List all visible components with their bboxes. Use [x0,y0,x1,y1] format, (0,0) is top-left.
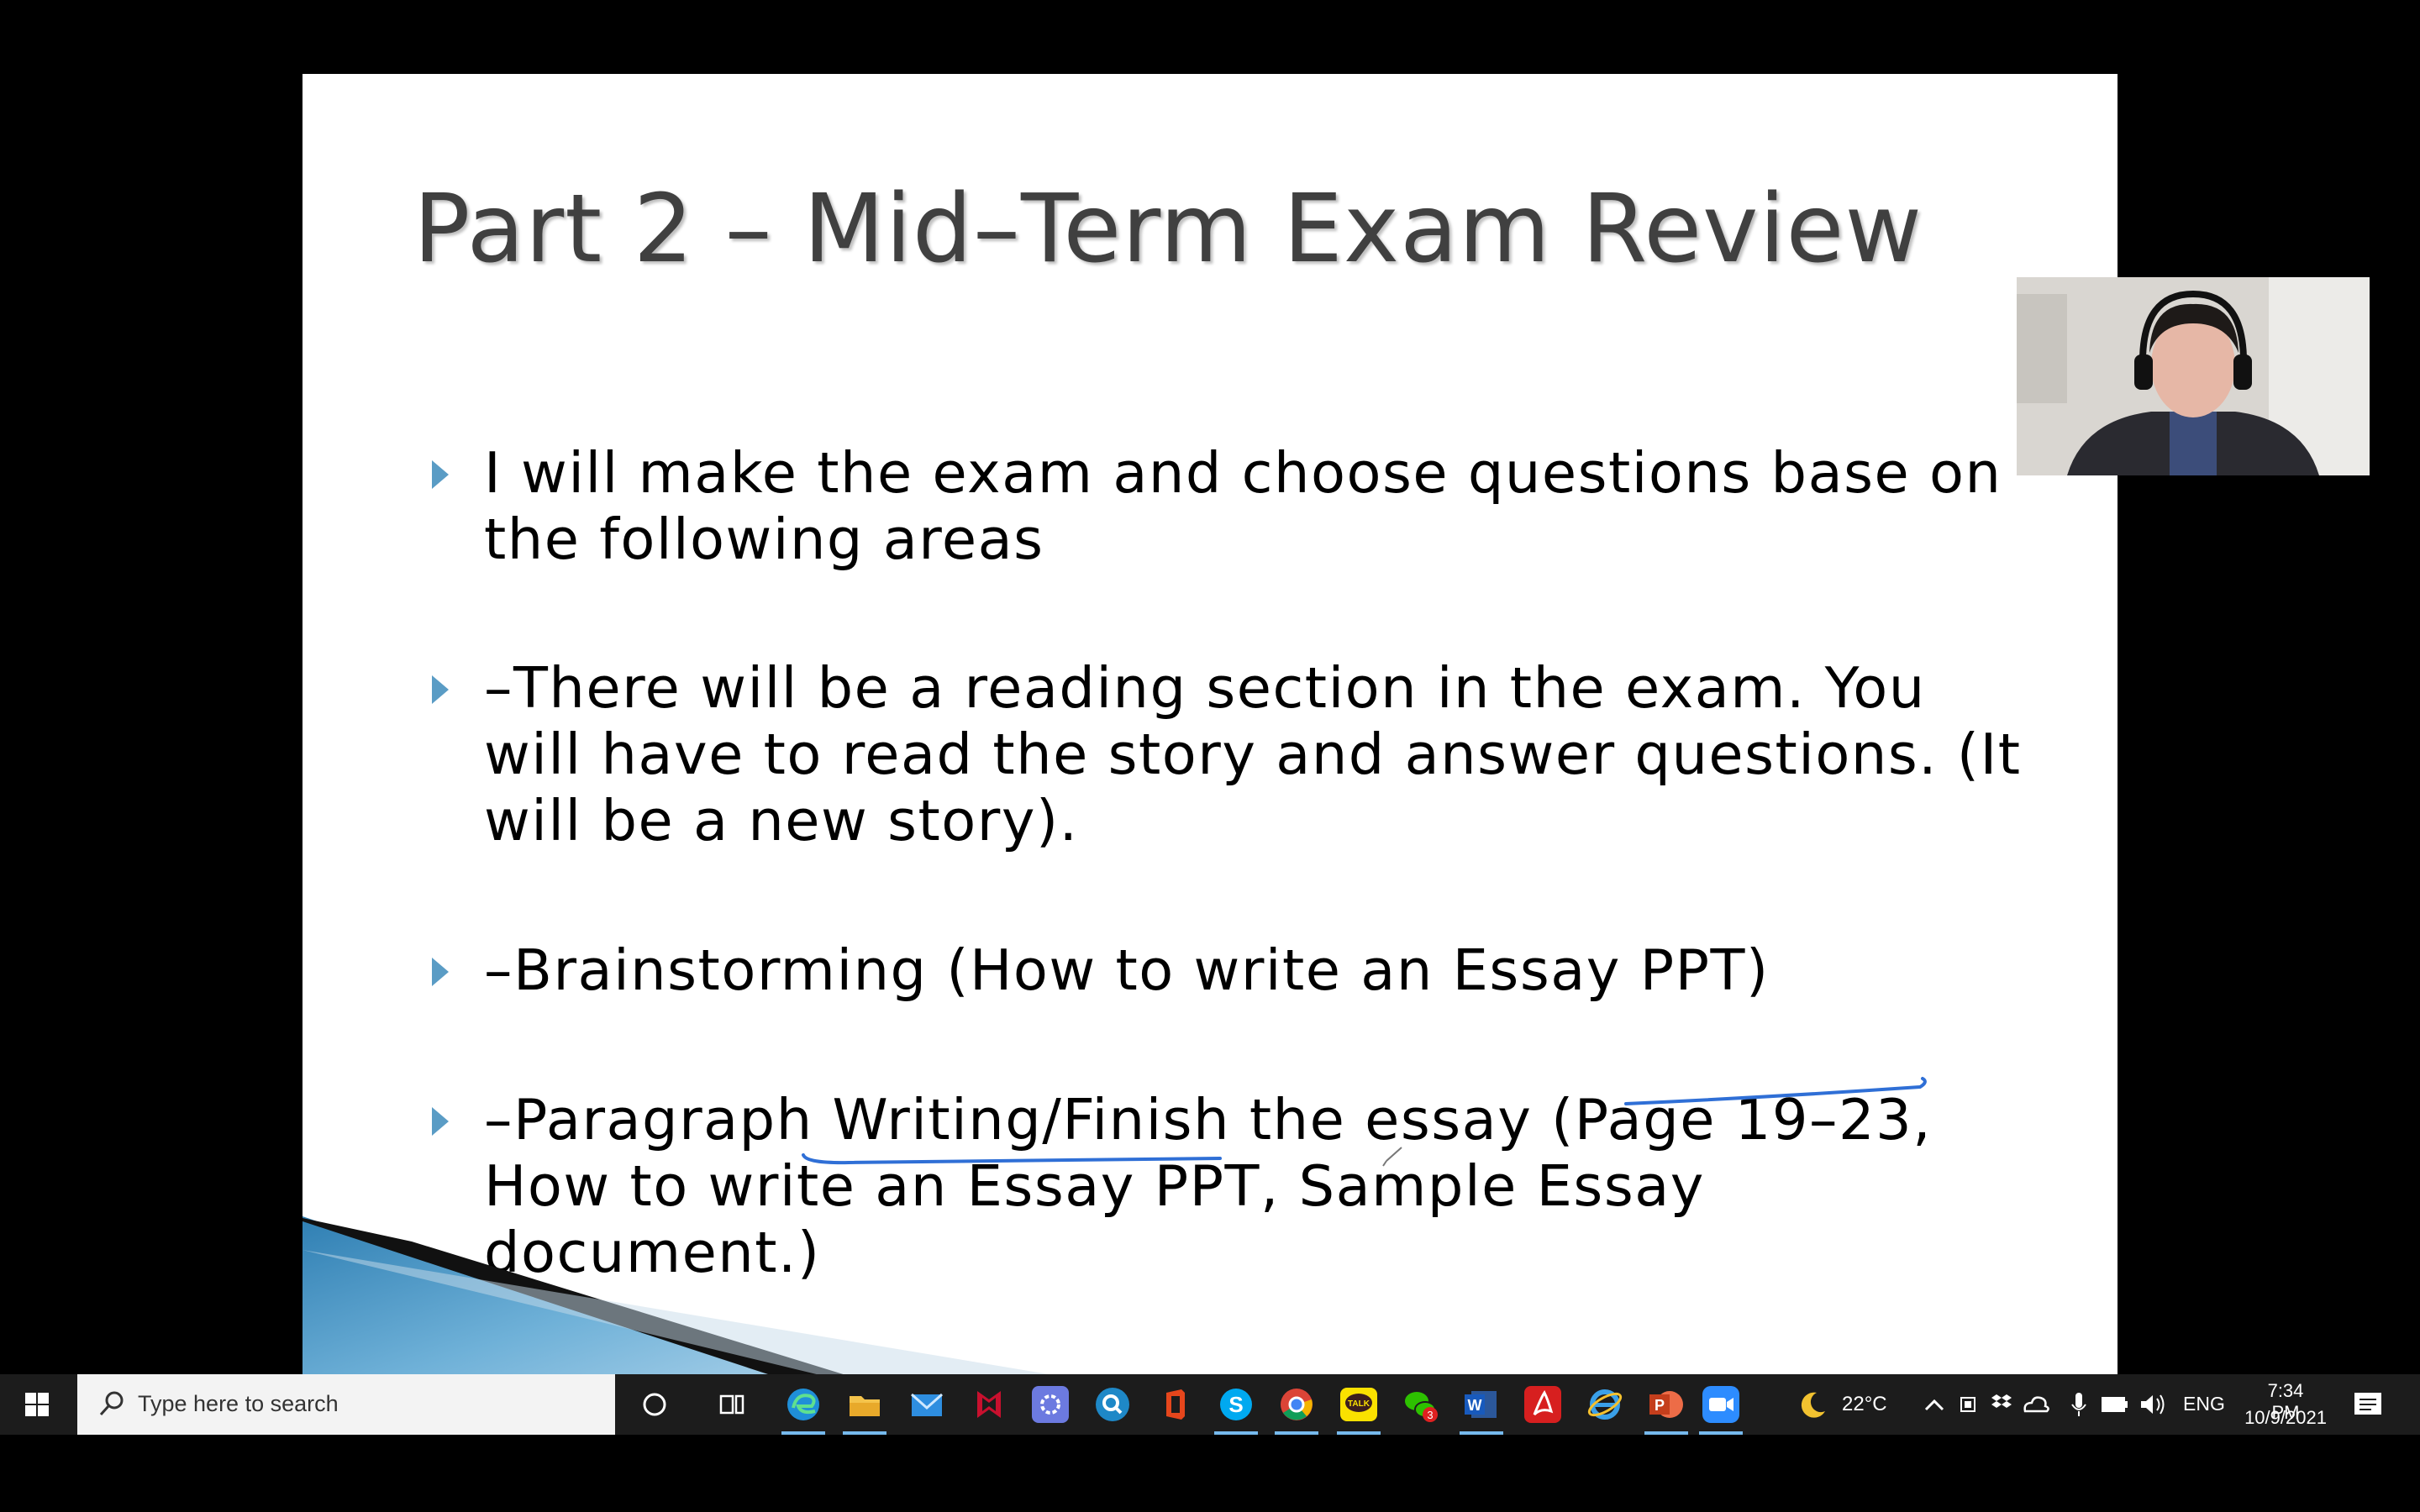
webcam-video [2017,277,2370,475]
cortana-icon[interactable] [636,1386,673,1423]
slide-corner-decoration [302,1216,1049,1374]
bullet-line: How to write an Essay PPT, Sample Essay [484,1153,1705,1219]
dropbox-icon[interactable] [1981,1386,2018,1423]
kakaotalk-icon[interactable]: TALK [1340,1386,1377,1423]
bullet-arrow-icon [432,675,449,704]
word-icon[interactable]: W [1463,1386,1500,1423]
weather-temperature[interactable]: 22°C [1842,1393,1887,1416]
chevron-up-icon[interactable] [1916,1386,1953,1423]
search-placeholder: Type here to search [138,1391,339,1416]
edge-icon[interactable] [785,1386,822,1423]
bullet-line: will be a new story). [484,788,1079,853]
svg-text:TALK: TALK [1348,1399,1370,1409]
bullet-arrow-icon [432,958,449,986]
bullet-line: –There will be a reading section in the … [484,655,1926,721]
settings-icon[interactable] [1032,1386,1069,1423]
mcafee-icon[interactable] [971,1386,1007,1423]
bullet-3: –Brainstorming (How to write an Essay PP… [432,937,2039,1004]
svg-text:P: P [1655,1397,1665,1414]
bullet-line: will have to read the story and answer q… [484,722,2022,787]
weather-moon-icon[interactable] [1795,1386,1832,1423]
svg-text:3: 3 [1427,1409,1433,1421]
chrome-icon[interactable] [1278,1386,1315,1423]
volume-icon[interactable] [2134,1386,2171,1423]
bullet-1: I will make the exam and choose question… [432,440,2039,573]
clock-date[interactable]: 10/9/2021 [2240,1407,2331,1429]
bullet-line: –Paragraph Writing/Finish the essay (Pag… [484,1087,1933,1152]
microphone-icon[interactable] [2060,1386,2097,1423]
bullet-arrow-icon [432,1107,449,1136]
bullet-line: the following areas [484,507,1044,572]
battery-icon[interactable] [2096,1386,2133,1423]
notifications-icon[interactable] [2349,1386,2386,1423]
search-app-icon[interactable] [1094,1386,1131,1423]
onedrive-cloud-icon[interactable] [2017,1386,2054,1423]
presenter-video-icon [2017,277,2370,475]
file-explorer-icon[interactable] [846,1386,883,1423]
taskbar-search-box[interactable]: Type here to search [77,1374,615,1435]
slide-title: Part 2 – Mid–Term Exam Review [413,175,1923,284]
task-view-icon[interactable] [713,1386,750,1423]
search-icon [99,1391,124,1416]
mail-icon[interactable] [908,1386,945,1423]
zoom-icon[interactable] [1702,1386,1739,1423]
wechat-icon[interactable]: 3 [1402,1386,1439,1423]
bullet-line: –Brainstorming (How to write an Essay PP… [484,937,1770,1003]
start-button[interactable] [0,1374,77,1435]
bullet-arrow-icon [432,460,449,489]
svg-text:W: W [1468,1397,1482,1414]
powerpoint-icon[interactable]: P [1648,1386,1685,1423]
svg-text:S: S [1228,1392,1243,1417]
windows-logo-icon [25,1393,49,1416]
language-indicator[interactable]: ENG [2183,1393,2225,1415]
office-icon[interactable] [1156,1386,1193,1423]
bullet-line: I will make the exam and choose question… [484,440,2002,506]
acrobat-icon[interactable] [1524,1386,1561,1423]
bullet-2: –There will be a reading section in the … [432,655,2039,854]
internet-explorer-icon[interactable] [1586,1386,1623,1423]
skype-icon[interactable]: S [1218,1386,1255,1423]
presentation-slide: Part 2 – Mid–Term Exam Review I will mak… [302,74,2118,1374]
windows-taskbar: Type here to search S TALK 3 W P 22°C EN… [0,1374,2420,1435]
